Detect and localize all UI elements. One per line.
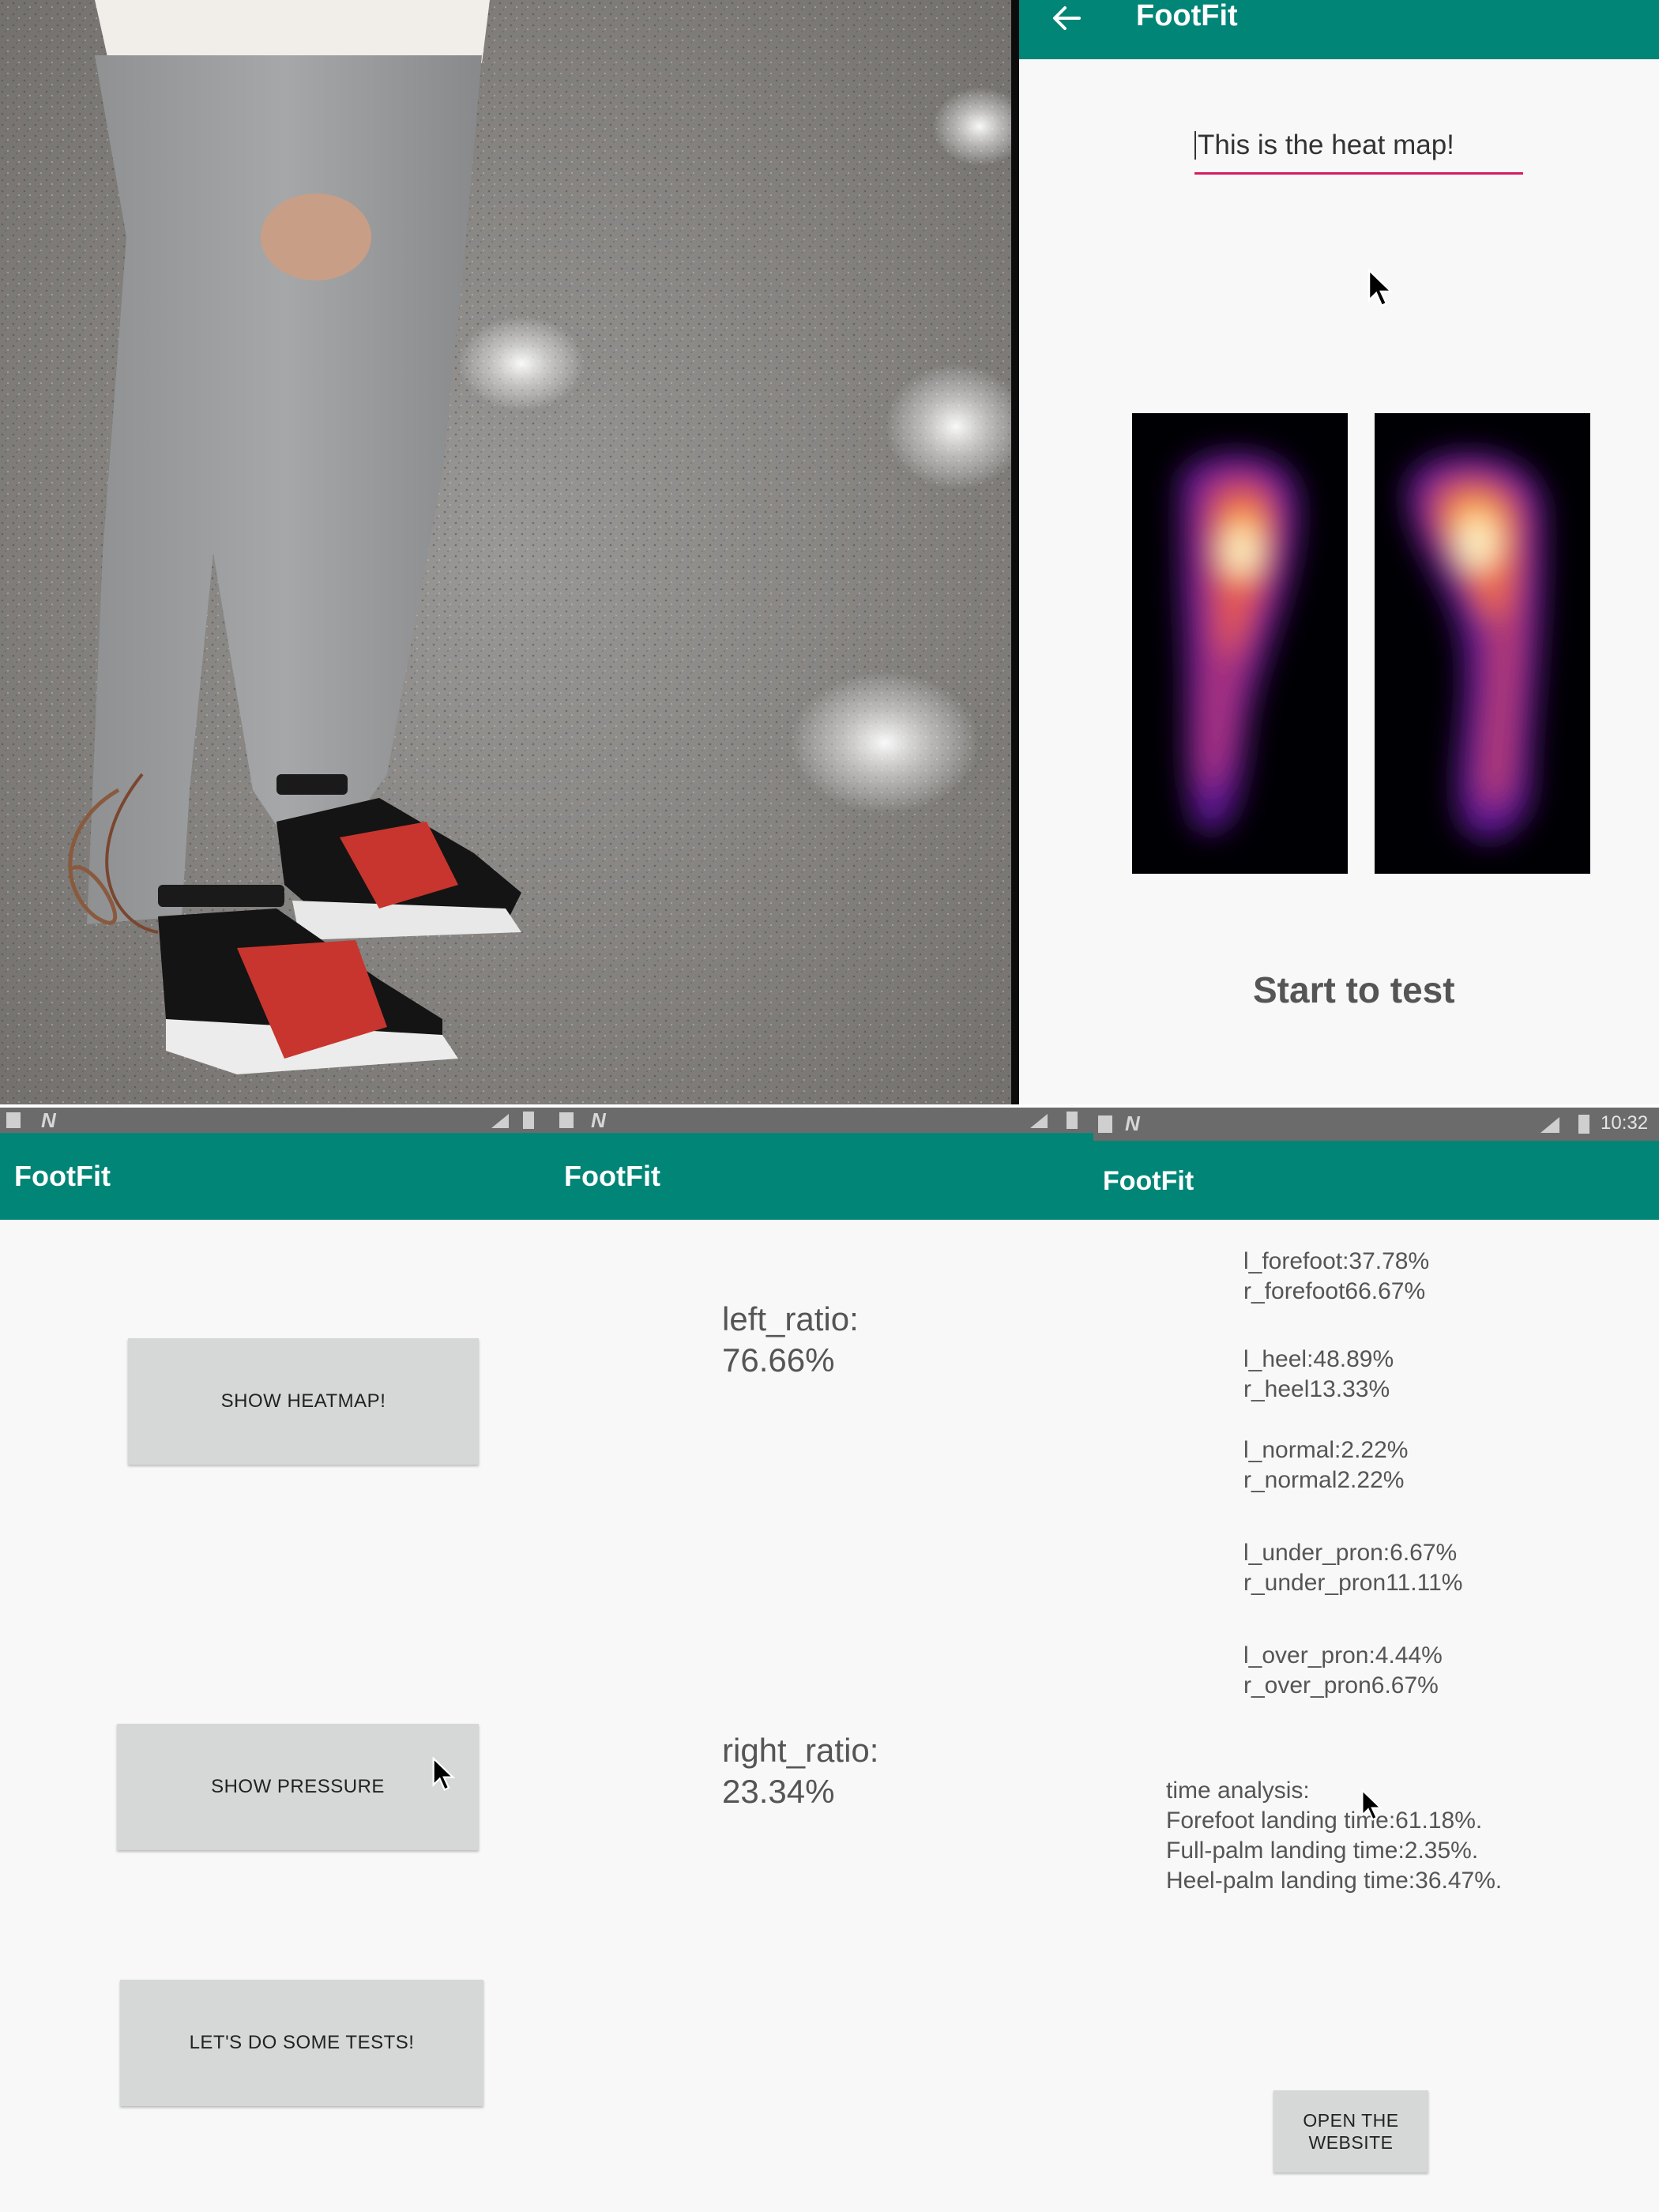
left-stat: l_forefoot:37.78% bbox=[1243, 1248, 1430, 1274]
right-stat: r_heel13.33% bbox=[1243, 1376, 1390, 1402]
signal-icon bbox=[1030, 1114, 1048, 1128]
app-bar: FootFit bbox=[1019, 0, 1659, 59]
video-photo-panel bbox=[0, 0, 1011, 1104]
text-field-value: This is the heat map! bbox=[1198, 130, 1454, 160]
forefoot-landing-time: Forefoot landing time:61.18%. bbox=[1166, 1808, 1483, 1834]
status-bar: N bbox=[545, 1108, 1093, 1133]
time-analysis: time analysis: Forefoot landing time:61.… bbox=[1166, 1776, 1502, 1896]
full-palm-landing-time: Full-palm landing time:2.35%. bbox=[1166, 1838, 1479, 1864]
open-website-label-line1: OPEN THE bbox=[1303, 2110, 1399, 2131]
app-title: FootFit bbox=[1136, 0, 1238, 32]
show-pressure-button[interactable]: SHOW PRESSURE bbox=[117, 1724, 479, 1850]
battery-icon bbox=[523, 1112, 534, 1129]
stats-group-forefoot: l_forefoot:37.78% r_forefoot66.67% bbox=[1243, 1247, 1429, 1307]
pressure-screen: N FootFit left_ratio: 76.66% right_ratio… bbox=[545, 1108, 1093, 2212]
right-ratio-label: right_ratio: bbox=[722, 1732, 879, 1769]
battery-icon bbox=[1066, 1112, 1078, 1129]
left-stat: l_over_pron:4.44% bbox=[1243, 1642, 1443, 1668]
app-title: FootFit bbox=[14, 1160, 111, 1192]
status-time: 10:32 bbox=[1601, 1112, 1649, 1134]
app-title: FootFit bbox=[564, 1160, 660, 1192]
right-stat: r_over_pron6.67% bbox=[1243, 1672, 1439, 1698]
battery-icon bbox=[1578, 1115, 1589, 1134]
right-foot-heatmap bbox=[1375, 413, 1590, 874]
right-ratio-value: 23.34% bbox=[722, 1773, 835, 1810]
mouse-cursor-icon bbox=[432, 1757, 455, 1792]
sd-card-icon bbox=[559, 1112, 574, 1128]
open-website-button[interactable]: OPEN THE WEBSITE bbox=[1273, 2090, 1428, 2172]
app-bar: FootFit bbox=[0, 1133, 545, 1220]
start-to-test-label[interactable]: Start to test bbox=[1019, 969, 1593, 1011]
app-bar: FootFit bbox=[545, 1133, 1093, 1220]
left-stat: l_under_pron:6.67% bbox=[1243, 1540, 1458, 1566]
left-ratio-value: 76.66% bbox=[722, 1341, 835, 1379]
mouse-cursor-icon bbox=[1367, 269, 1394, 307]
panel-divider bbox=[1011, 0, 1019, 1104]
signal-icon bbox=[1540, 1117, 1559, 1133]
notification-n-icon: N bbox=[41, 1108, 56, 1132]
notification-n-icon: N bbox=[1125, 1112, 1140, 1135]
left-ratio-label: left_ratio: bbox=[722, 1300, 859, 1337]
app-bar: FootFit bbox=[1093, 1141, 1659, 1220]
stats-group-under-pron: l_under_pron:6.67% r_under_pron11.11% bbox=[1243, 1538, 1462, 1598]
left-stat: l_normal:2.22% bbox=[1243, 1437, 1409, 1463]
do-tests-button[interactable]: LET'S DO SOME TESTS! bbox=[120, 1980, 483, 2106]
text-cursor bbox=[1194, 131, 1196, 160]
back-arrow-icon[interactable] bbox=[1051, 5, 1082, 32]
show-heatmap-button[interactable]: SHOW HEATMAP! bbox=[128, 1338, 479, 1465]
signal-icon bbox=[491, 1114, 509, 1128]
heatmap-screen: FootFit This is the heat map! Start to t… bbox=[1019, 0, 1659, 1104]
stats-group-normal: l_normal:2.22% r_normal2.22% bbox=[1243, 1435, 1408, 1495]
status-bar: N bbox=[0, 1108, 545, 1133]
sd-card-icon bbox=[1098, 1115, 1112, 1133]
stats-group-over-pron: l_over_pron:4.44% r_over_pron6.67% bbox=[1243, 1641, 1443, 1701]
sd-card-icon bbox=[6, 1112, 21, 1128]
right-stat: r_forefoot66.67% bbox=[1243, 1278, 1426, 1304]
mouse-cursor-icon bbox=[1361, 1789, 1382, 1821]
menu-screen: N FootFit SHOW HEATMAP! SHOW PRESSURE LE… bbox=[0, 1108, 545, 2212]
open-website-label-line2: WEBSITE bbox=[1308, 2132, 1394, 2153]
status-bar: N 10:32 bbox=[1093, 1108, 1659, 1141]
stats-group-heel: l_heel:48.89% r_heel13.33% bbox=[1243, 1345, 1394, 1405]
left-foot-heatmap bbox=[1132, 413, 1348, 874]
person-standing-photo bbox=[0, 0, 1011, 1104]
app-title: FootFit bbox=[1103, 1166, 1194, 1196]
heel-palm-landing-time: Heel-palm landing time:36.47%. bbox=[1166, 1868, 1503, 1894]
left-stat: l_heel:48.89% bbox=[1243, 1346, 1394, 1372]
notification-n-icon: N bbox=[591, 1108, 606, 1132]
stats-screen: N 10:32 FootFit l_forefoot:37.78% r_fore… bbox=[1093, 1108, 1659, 2212]
right-stat: r_normal2.22% bbox=[1243, 1467, 1405, 1493]
heatmap-text-field[interactable]: This is the heat map! bbox=[1194, 123, 1523, 175]
right-stat: r_under_pron11.11% bbox=[1243, 1570, 1463, 1596]
time-analysis-heading: time analysis: bbox=[1166, 1778, 1310, 1804]
